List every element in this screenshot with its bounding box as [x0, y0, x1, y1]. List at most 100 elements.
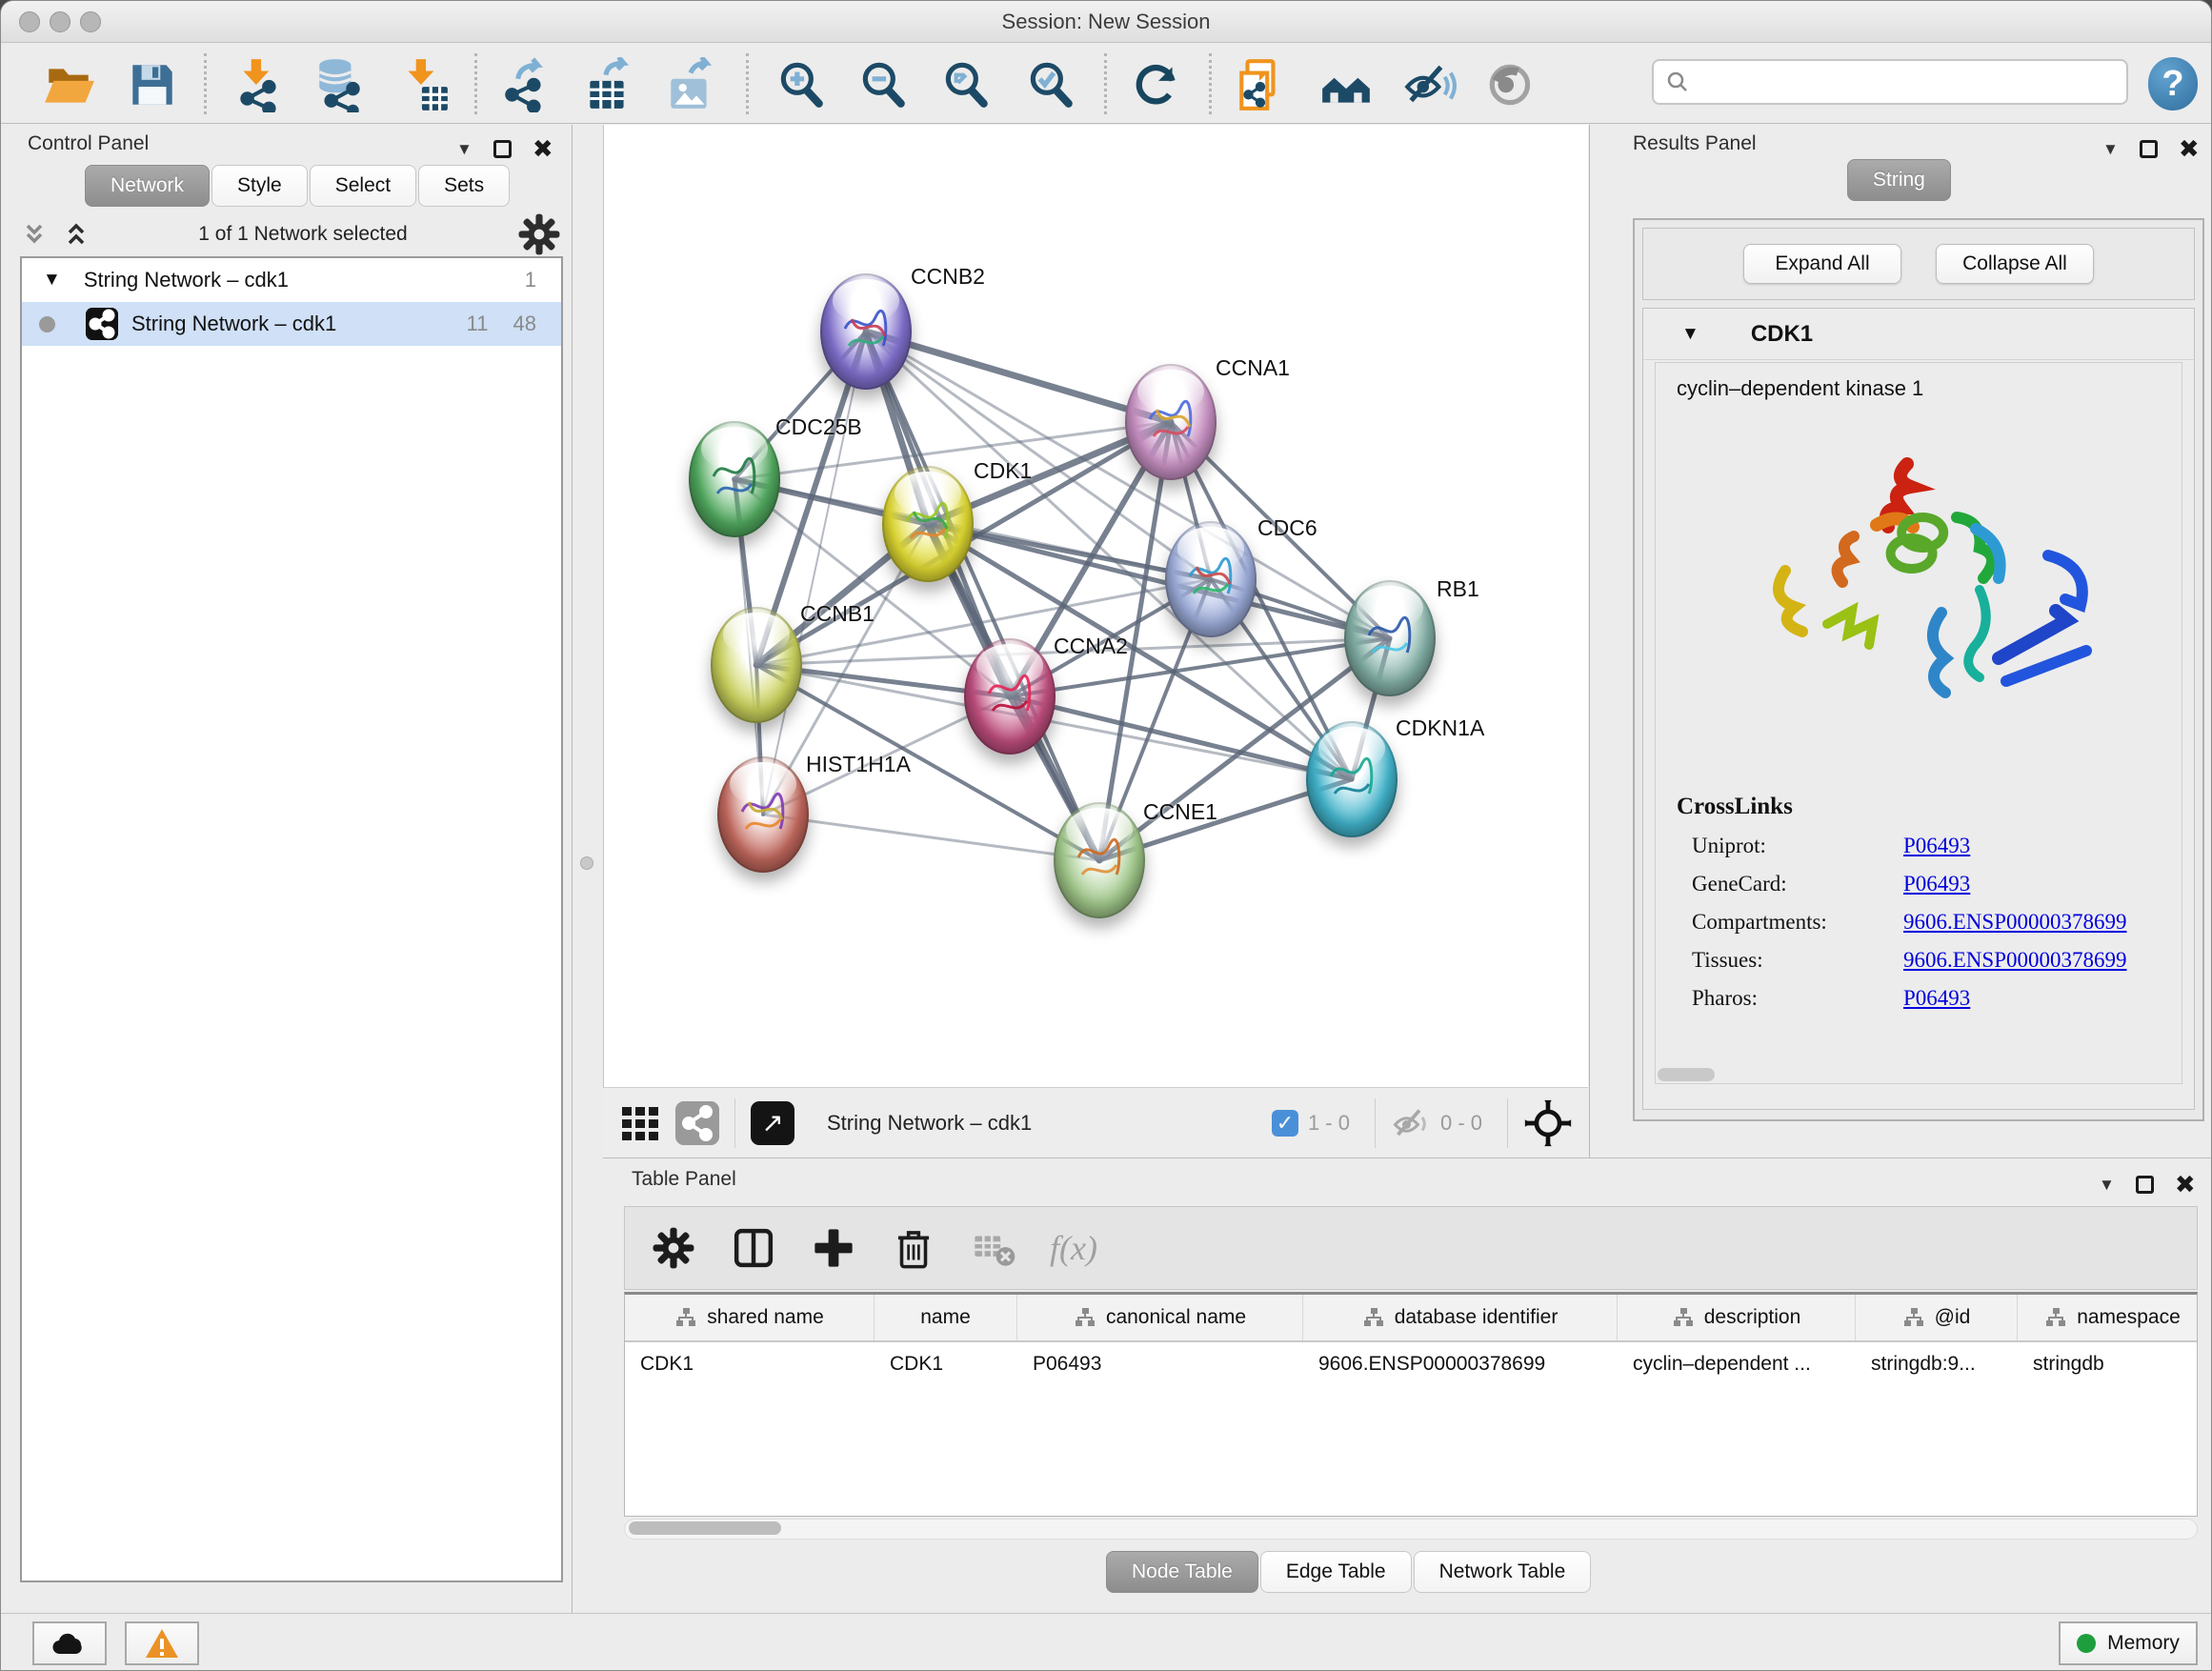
import-table-from-file-icon[interactable]	[396, 57, 452, 112]
collection-collapse-icon[interactable]: ▼	[43, 270, 61, 291]
search-input[interactable]	[1690, 63, 2126, 101]
node-hist1h1a[interactable]	[717, 756, 809, 873]
node-ccna2[interactable]	[964, 638, 1056, 755]
column-header--id[interactable]: @id	[1856, 1295, 2018, 1340]
save-session-icon[interactable]	[125, 57, 180, 112]
node-table[interactable]: shared namenamecanonical namedatabase id…	[624, 1292, 2198, 1517]
edge-CCNB2-HIST1H1A[interactable]	[763, 332, 866, 815]
crosslink-label: Compartments:	[1677, 910, 1903, 935]
network-canvas[interactable]: CCNB2CCNA1CDC25BCDK1CDC6RB1CCNB1CCNA2CDK…	[603, 125, 1588, 1087]
cloud-status-button[interactable]	[32, 1621, 107, 1665]
zoom-out-icon[interactable]	[855, 57, 911, 112]
collapse-all-icon[interactable]	[20, 220, 49, 249]
crosslink-pharos--link[interactable]: P06493	[1903, 986, 1970, 1011]
zoom-fit-icon[interactable]	[938, 57, 994, 112]
node-ccnb2[interactable]	[820, 273, 912, 390]
clone-network-icon[interactable]	[1234, 57, 1289, 112]
column-header-name[interactable]: name	[875, 1295, 1017, 1340]
edge-CCNB2-CCNA1[interactable]	[866, 332, 1171, 422]
hide-graphics-details-icon[interactable]	[1401, 57, 1457, 112]
zoom-selected-icon[interactable]	[1023, 57, 1078, 112]
selected-checkbox-icon[interactable]: ✓	[1272, 1110, 1298, 1137]
node-ccnb1[interactable]	[711, 607, 802, 723]
crosslink-genecard--link[interactable]: P06493	[1903, 872, 1970, 896]
column-header-label: namespace	[2077, 1306, 2181, 1329]
crosslinks-title: CrossLinks	[1677, 794, 2127, 820]
export-image-icon[interactable]	[663, 57, 718, 112]
panel-float-icon[interactable]	[2136, 1176, 2154, 1194]
scrollbar-thumb[interactable]	[629, 1521, 781, 1535]
tree-row-network[interactable]: String Network – cdk11148	[22, 302, 561, 346]
tab-node-table[interactable]: Node Table	[1106, 1551, 1258, 1593]
show-overview-icon[interactable]	[1318, 57, 1374, 112]
open-session-icon[interactable]	[41, 57, 96, 112]
expand-all-button[interactable]: Expand All	[1743, 244, 1901, 284]
panel-menu-icon[interactable]: ▼	[456, 140, 473, 159]
show-graphics-details-icon[interactable]	[1484, 57, 1539, 112]
table-options-gear-icon[interactable]	[650, 1224, 697, 1272]
panel-float-icon[interactable]	[493, 140, 512, 158]
expand-all-icon[interactable]	[62, 220, 90, 249]
tab-string[interactable]: String	[1847, 159, 1951, 201]
edge-CCNB2-CCNE1[interactable]	[866, 332, 1099, 860]
grid-view-icon[interactable]	[618, 1101, 662, 1145]
tab-network[interactable]: Network	[85, 165, 210, 207]
panel-float-icon[interactable]	[2140, 140, 2158, 158]
search-field[interactable]	[1652, 59, 2128, 105]
export-table-icon[interactable]	[580, 57, 635, 112]
warning-status-button[interactable]	[125, 1621, 199, 1665]
hidden-eye-icon[interactable]	[1391, 1107, 1431, 1139]
node-cdkn1a[interactable]	[1306, 721, 1398, 837]
table-row[interactable]: CDK1CDK1P064939606.ENSP00000378699cyclin…	[625, 1342, 2197, 1386]
network-options-gear-icon[interactable]	[515, 211, 563, 258]
node-ccne1[interactable]	[1054, 802, 1145, 918]
panel-menu-icon[interactable]: ▼	[2099, 1176, 2115, 1195]
panel-close-icon[interactable]: ✖	[533, 134, 553, 164]
help-button[interactable]: ?	[2148, 57, 2198, 111]
tab-style[interactable]: Style	[211, 165, 308, 207]
column-header-namespace[interactable]: namespace	[2018, 1295, 2198, 1340]
crosshair-icon[interactable]	[1523, 1098, 1573, 1148]
crosslink-tissues--link[interactable]: 9606.ENSP00000378699	[1903, 948, 2127, 973]
panel-close-icon[interactable]: ✖	[2175, 1170, 2196, 1199]
tree-row-collection[interactable]: ▼String Network – cdk11	[22, 258, 561, 302]
show-columns-icon[interactable]	[730, 1224, 777, 1272]
import-network-from-file-icon[interactable]	[231, 57, 287, 112]
panel-close-icon[interactable]: ✖	[2179, 134, 2200, 164]
node-cdc6[interactable]	[1165, 521, 1257, 637]
detach-view-icon[interactable]: ↗	[751, 1101, 794, 1145]
network-view-icon[interactable]	[675, 1101, 719, 1145]
crosslink-uniprot--link[interactable]: P06493	[1903, 834, 1970, 858]
collapse-entry-icon[interactable]: ▼	[1681, 324, 1699, 345]
node-rb1[interactable]	[1344, 580, 1436, 696]
edge-HIST1H1A-CCNE1[interactable]	[763, 815, 1099, 860]
tab-select[interactable]: Select	[310, 165, 416, 207]
column-header-canonical-name[interactable]: canonical name	[1017, 1295, 1303, 1340]
import-network-from-database-icon[interactable]	[312, 57, 367, 112]
column-header-shared-name[interactable]: shared name	[625, 1295, 875, 1340]
crosslink-compartments--link[interactable]: 9606.ENSP00000378699	[1903, 910, 2127, 935]
memory-button[interactable]: Memory	[2059, 1621, 2198, 1665]
node-cdc25b[interactable]	[689, 421, 780, 537]
export-network-icon[interactable]	[498, 57, 553, 112]
cloud-icon	[50, 1629, 89, 1658]
gene-name: CDK1	[1751, 321, 1813, 348]
tab-sets[interactable]: Sets	[418, 165, 510, 207]
tab-edge-table[interactable]: Edge Table	[1260, 1551, 1412, 1593]
results-scrollbar[interactable]	[1658, 1068, 1715, 1081]
add-column-icon[interactable]	[810, 1224, 857, 1272]
left-splitter-grip[interactable]	[580, 856, 593, 870]
table-horizontal-scrollbar[interactable]	[624, 1519, 2198, 1540]
delete-column-icon[interactable]	[890, 1224, 937, 1272]
column-header-description[interactable]: description	[1618, 1295, 1856, 1340]
column-header-database-identifier[interactable]: database identifier	[1303, 1295, 1618, 1340]
node-ccna1[interactable]	[1125, 364, 1217, 480]
control-panel-title: Control Panel	[28, 132, 149, 155]
collapse-all-button[interactable]: Collapse All	[1936, 244, 2094, 284]
node-cdk1[interactable]	[882, 466, 974, 582]
zoom-in-icon[interactable]	[774, 57, 829, 112]
tab-network-table[interactable]: Network Table	[1414, 1551, 1592, 1593]
panel-menu-icon[interactable]: ▼	[2102, 140, 2119, 159]
gene-entry-header[interactable]: ▼ CDK1	[1643, 309, 2194, 360]
refresh-icon[interactable]	[1129, 57, 1184, 112]
